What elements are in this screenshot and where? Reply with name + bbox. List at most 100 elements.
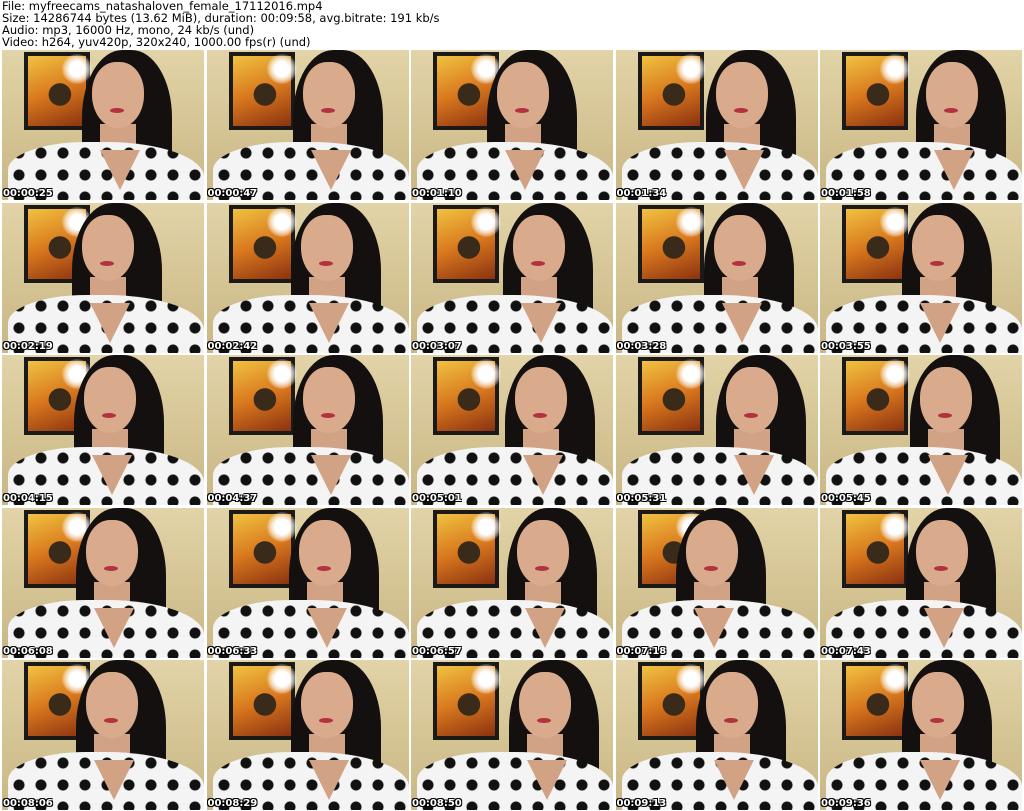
thumbnail-timestamp: 00:01:34: [616, 188, 667, 199]
thumbnail-timestamp: 00:02:19: [3, 340, 53, 352]
shirt-neckline: [505, 150, 545, 190]
thumbnail-timestamp: 00:07:18: [616, 645, 667, 657]
shirt-neckline: [310, 455, 351, 495]
face: [302, 367, 355, 433]
lamp-glare: [266, 664, 297, 694]
thumbnail-timestamp: 00:03:55: [821, 340, 871, 352]
shirt-neckline: [527, 760, 567, 800]
lips: [733, 108, 748, 113]
thumbnail-timestamp: 00:00:47: [207, 188, 258, 199]
thumbnail-timestamp: 00:00:25: [3, 188, 53, 199]
face: [82, 214, 134, 281]
face: [513, 214, 565, 281]
face: [84, 367, 136, 433]
video-thumbnail: 00:07:18: [615, 507, 818, 658]
lips: [320, 413, 335, 418]
shirt-neckline: [928, 455, 968, 495]
face: [300, 672, 353, 738]
shirt-neckline: [723, 150, 764, 190]
lamp-glare: [266, 54, 297, 84]
thumbnail-timestamp: 00:01:58: [821, 188, 871, 199]
thumbnail-timestamp: 00:07:43: [821, 645, 871, 657]
video-thumbnail: 00:02:42: [206, 202, 409, 353]
lamp-glare: [471, 206, 501, 237]
lips: [104, 565, 118, 571]
lamp-glare: [266, 511, 297, 542]
lamp-glare: [675, 664, 706, 694]
shirt-neckline: [525, 607, 565, 648]
face: [713, 214, 766, 281]
thumbnail-timestamp: 00:05:45: [821, 493, 871, 504]
lips: [515, 108, 529, 113]
file-info-header: File: myfreecams_natashaloven_female_171…: [2, 0, 1022, 50]
lips: [318, 260, 333, 266]
video-thumbnail: 00:06:08: [2, 507, 204, 658]
video-thumbnail: 00:06:57: [411, 507, 613, 658]
shirt-neckline: [94, 760, 134, 800]
shirt-neckline: [521, 302, 561, 343]
lips: [535, 565, 549, 571]
shirt-neckline: [934, 150, 974, 190]
lips: [320, 108, 335, 113]
lamp-glare: [266, 206, 297, 237]
lamp-glare: [880, 511, 910, 542]
face: [715, 62, 768, 128]
video-thumbnail: 00:00:47: [206, 50, 409, 200]
shirt-neckline: [308, 760, 349, 800]
lamp-glare: [880, 664, 910, 694]
face: [685, 519, 738, 586]
thumbnail-timestamp: 00:05:01: [412, 493, 462, 504]
lips: [938, 413, 952, 418]
video-thumbnail: 00:01:34: [615, 50, 818, 200]
face: [519, 672, 571, 738]
shirt-neckline: [100, 150, 140, 190]
lips: [531, 260, 545, 266]
shirt-neckline: [306, 607, 347, 648]
lamp-glare: [675, 359, 706, 389]
video-thumbnail: 00:00:25: [2, 50, 204, 200]
video-thumbnail: 00:05:45: [820, 355, 1022, 505]
thumbnail-timestamp: 00:03:28: [616, 340, 667, 352]
face: [912, 214, 964, 281]
lips: [533, 413, 547, 418]
video-thumbnail: 00:06:33: [206, 507, 409, 658]
thumbnail-timestamp: 00:08:29: [207, 798, 258, 809]
thumbnail-timestamp: 00:08:06: [3, 798, 53, 809]
video-info-line: Video: h264, yuv420p, 320x240, 1000.00 f…: [2, 35, 311, 49]
face: [916, 519, 968, 586]
lips: [110, 108, 124, 113]
shirt-neckline: [713, 760, 754, 800]
lips: [102, 413, 116, 418]
lips: [104, 718, 118, 723]
shirt-neckline: [94, 607, 134, 648]
face: [912, 672, 964, 738]
lamp-glare: [880, 54, 910, 84]
video-thumbnail: 00:03:28: [615, 202, 818, 353]
video-thumbnail: 00:05:31: [615, 355, 818, 505]
lips: [723, 718, 738, 723]
lips: [930, 260, 944, 266]
shirt-neckline: [523, 455, 563, 495]
lamp-glare: [471, 664, 501, 694]
lips: [318, 718, 333, 723]
thumbnail-timestamp: 00:02:42: [207, 340, 258, 352]
lamp-glare: [675, 206, 706, 237]
face: [705, 672, 758, 738]
video-thumbnail: 00:07:43: [820, 507, 1022, 658]
shirt-neckline: [920, 760, 960, 800]
lips: [537, 718, 551, 723]
face: [86, 519, 138, 586]
face: [497, 62, 549, 128]
face: [725, 367, 778, 433]
thumbnail-timestamp: 00:06:57: [412, 645, 462, 657]
thumbnail-timestamp: 00:04:37: [207, 493, 258, 504]
face: [920, 367, 972, 433]
lips: [930, 718, 944, 723]
thumbnail-timestamp: 00:09:36: [821, 798, 871, 809]
lamp-glare: [471, 359, 501, 389]
video-thumbnail: 00:08:29: [206, 660, 409, 810]
face: [86, 672, 138, 738]
thumbnail-timestamp: 00:03:07: [412, 340, 462, 352]
thumbnail-timestamp: 00:09:13: [616, 798, 667, 809]
lips: [316, 565, 331, 571]
